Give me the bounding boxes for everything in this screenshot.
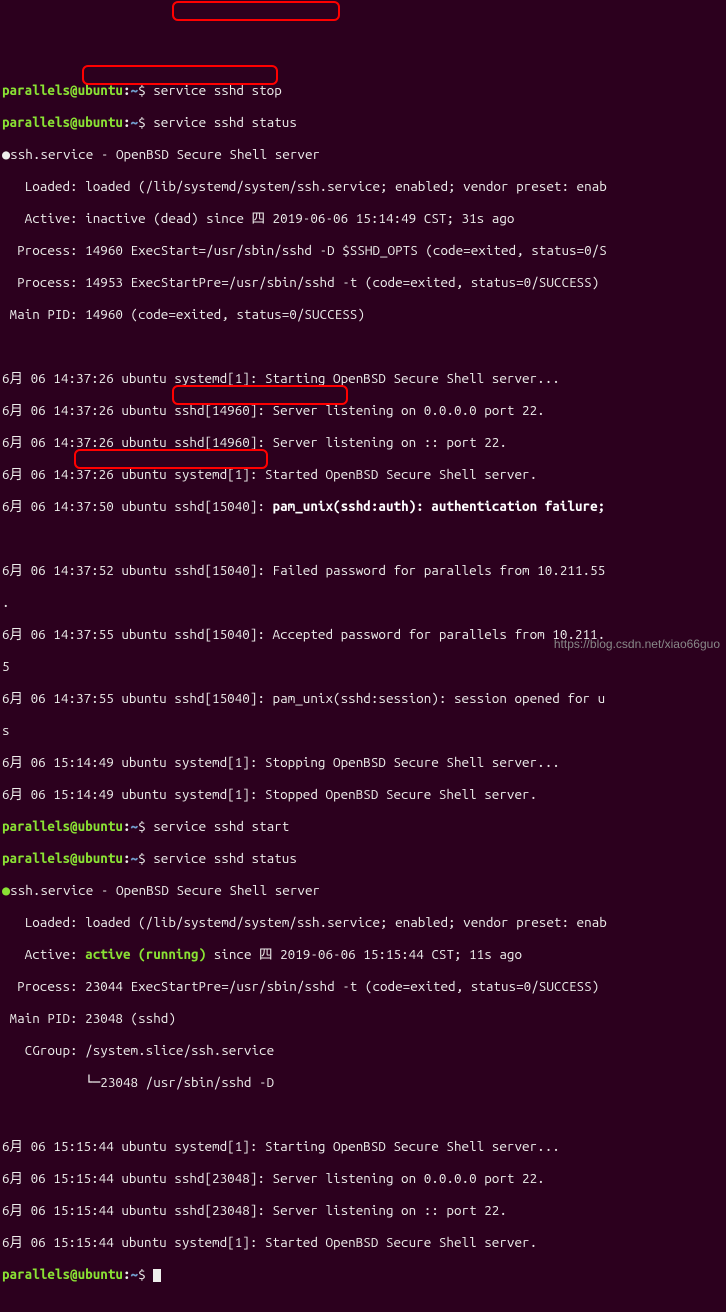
cmd-status: service sshd status — [153, 114, 297, 130]
log-line: 6月 06 15:15:44 ubuntu systemd[1]: Starti… — [2, 1138, 726, 1154]
log-wrap: . — [2, 594, 726, 610]
prompt-line: parallels@ubuntu:~$ service sshd stop — [2, 82, 726, 98]
log-line: 6月 06 15:15:44 ubuntu systemd[1]: Starte… — [2, 1234, 726, 1250]
service-mainpid: Main PID: 14960 (code=exited, status=0/S… — [2, 306, 726, 322]
cursor[interactable] — [153, 1269, 161, 1282]
service-mainpid: Main PID: 23048 (sshd) — [2, 1010, 726, 1026]
highlight-stop-cmd — [172, 1, 340, 21]
cmd-start: service sshd start — [153, 818, 289, 834]
cmd-stop: service sshd stop — [153, 82, 282, 98]
service-process: Process: 14953 ExecStartPre=/usr/sbin/ss… — [2, 274, 726, 290]
service-header: ●ssh.service - OpenBSD Secure Shell serv… — [2, 882, 726, 898]
log-line: 6月 06 15:14:49 ubuntu systemd[1]: Stoppe… — [2, 786, 726, 802]
log-line: 6月 06 14:37:26 ubuntu sshd[14960]: Serve… — [2, 402, 726, 418]
log-line: 6月 06 15:14:49 ubuntu systemd[1]: Stoppi… — [2, 754, 726, 770]
watermark: https://blog.csdn.net/xiao66guo — [554, 636, 720, 652]
log-line: 6月 06 14:37:55 ubuntu sshd[15040]: pam_u… — [2, 690, 726, 706]
service-loaded: Loaded: loaded (/lib/systemd/system/ssh.… — [2, 178, 726, 194]
service-header: ●ssh.service - OpenBSD Secure Shell serv… — [2, 146, 726, 162]
service-loaded: Loaded: loaded (/lib/systemd/system/ssh.… — [2, 914, 726, 930]
service-active-dead: Active: inactive (dead) since 四 2019-06-… — [2, 210, 726, 226]
log-line: 6月 06 15:15:44 ubuntu sshd[23048]: Serve… — [2, 1202, 726, 1218]
log-line: 6月 06 15:15:44 ubuntu sshd[23048]: Serve… — [2, 1170, 726, 1186]
prompt-line[interactable]: parallels@ubuntu:~$ — [2, 1266, 726, 1282]
service-cgroup: CGroup: /system.slice/ssh.service — [2, 1042, 726, 1058]
prompt-line: parallels@ubuntu:~$ service sshd status — [2, 114, 726, 130]
service-process: Process: 14960 ExecStart=/usr/sbin/sshd … — [2, 242, 726, 258]
log-line: 6月 06 14:37:52 ubuntu sshd[15040]: Faile… — [2, 562, 726, 578]
prompt-line: parallels@ubuntu:~$ service sshd start — [2, 818, 726, 834]
status-dot-dead: ● — [2, 146, 10, 162]
log-line: 6月 06 14:37:50 ubuntu sshd[15040]: pam_u… — [2, 498, 726, 514]
cmd-status: service sshd status — [153, 850, 297, 866]
service-cgroup: └─23048 /usr/sbin/sshd -D — [2, 1074, 726, 1090]
user: parallels — [2, 82, 70, 98]
status-dot-running: ● — [2, 882, 10, 898]
log-wrap: s — [2, 722, 726, 738]
log-line: 6月 06 14:37:26 ubuntu sshd[14960]: Serve… — [2, 434, 726, 450]
prompt-line: parallels@ubuntu:~$ service sshd status — [2, 850, 726, 866]
service-process: Process: 23044 ExecStartPre=/usr/sbin/ss… — [2, 978, 726, 994]
terminal-output[interactable]: parallels@ubuntu:~$ service sshd stop pa… — [2, 66, 726, 1298]
log-line: 6月 06 14:37:26 ubuntu systemd[1]: Starti… — [2, 370, 726, 386]
log-wrap: 5 — [2, 658, 726, 674]
log-line: 6月 06 14:37:26 ubuntu systemd[1]: Starte… — [2, 466, 726, 482]
service-active-running: Active: active (running) since 四 2019-06… — [2, 946, 726, 962]
